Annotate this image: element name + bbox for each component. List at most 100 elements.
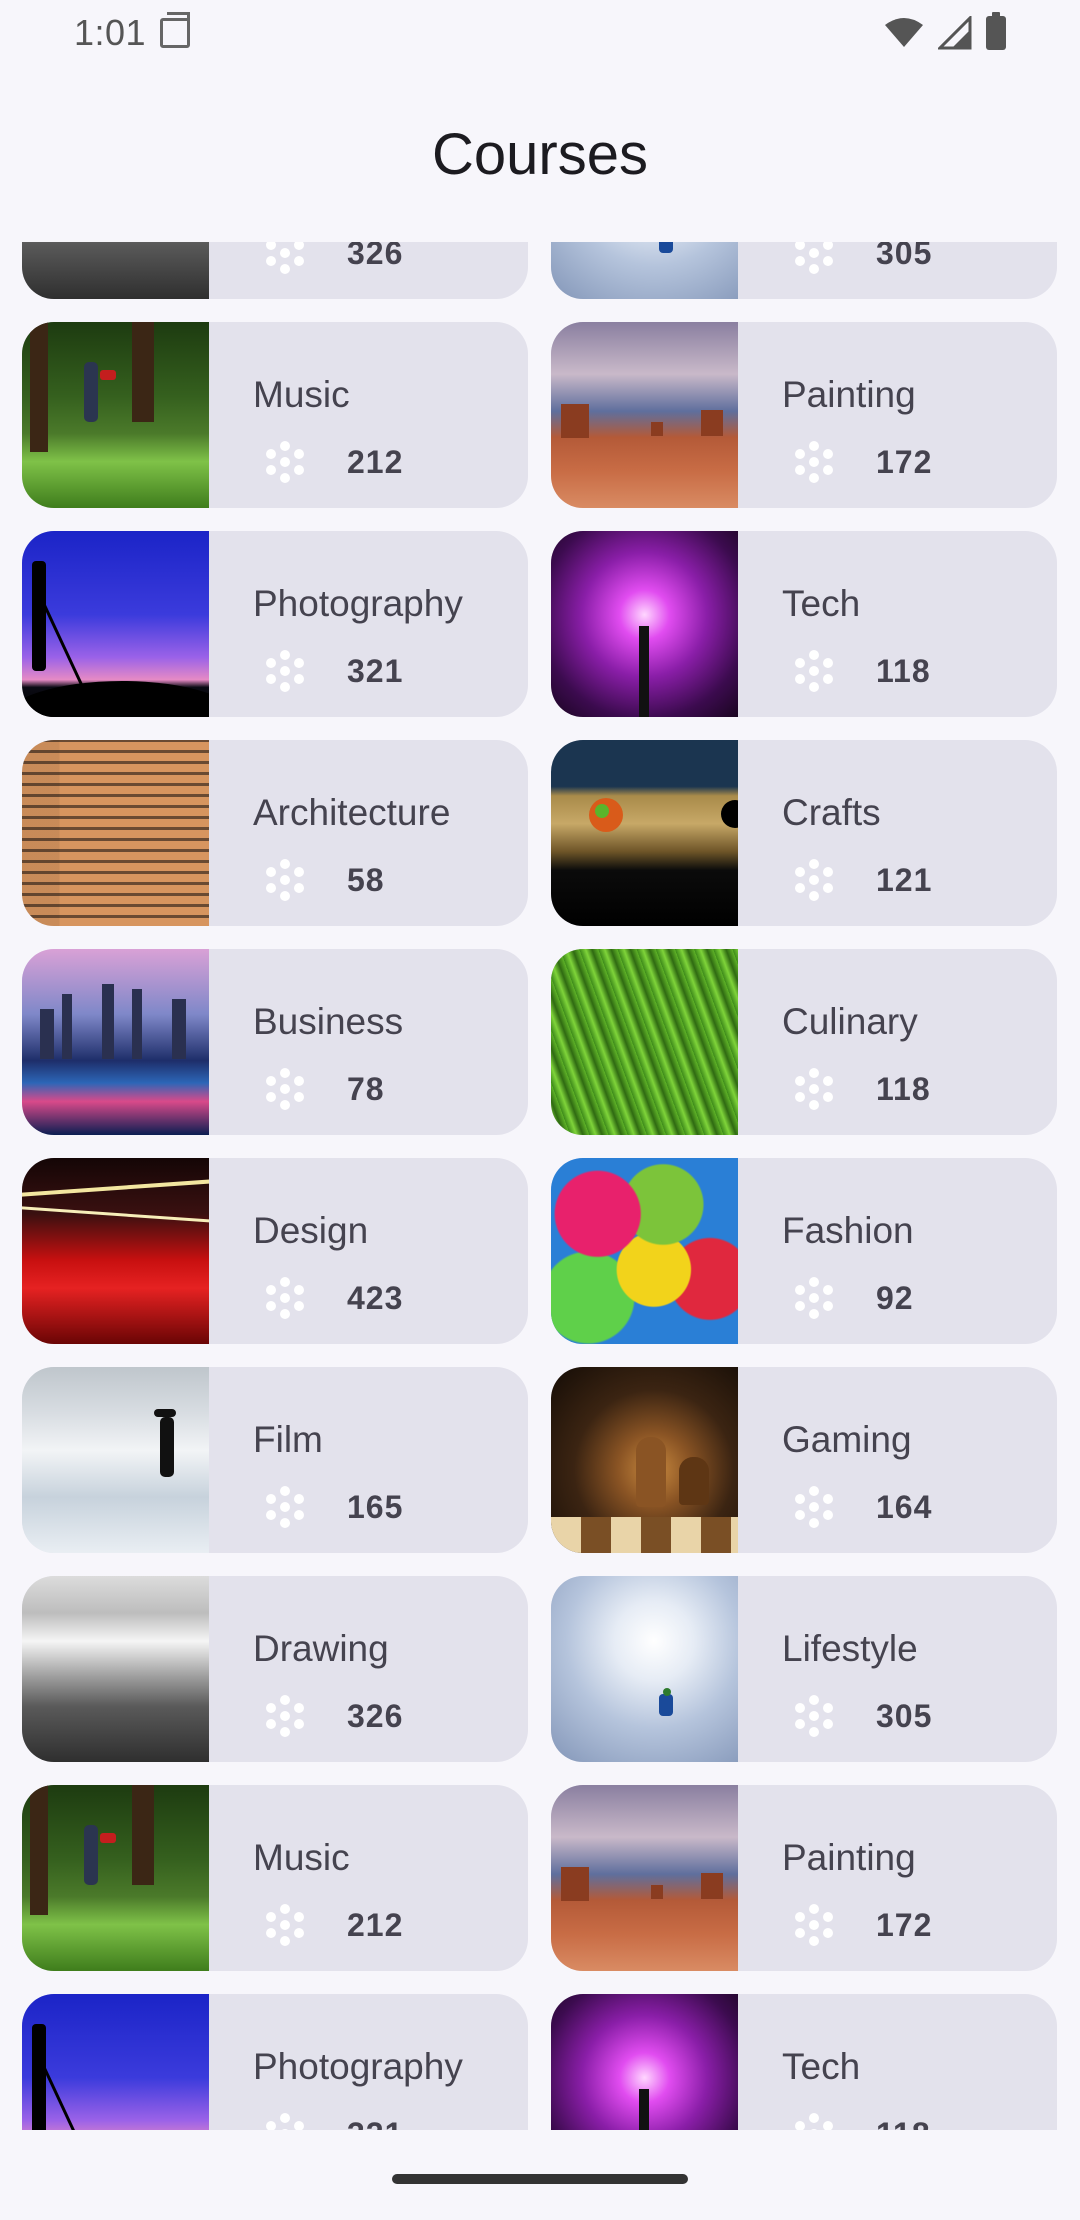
course-meta: 321 [253, 649, 528, 693]
dots-icon [266, 650, 304, 692]
course-card-tech[interactable]: Tech 118 [551, 531, 1057, 717]
course-image [22, 1158, 209, 1344]
course-name: Music [253, 1837, 350, 1878]
course-count: 118 [876, 652, 931, 689]
course-info: Business 78 [209, 949, 528, 1135]
course-meta: 58 [253, 858, 528, 902]
course-card-film[interactable]: Film 165 [22, 1367, 528, 1553]
course-info: Photography 321 [209, 1994, 528, 2130]
course-card-photography[interactable]: Photography 321 [22, 531, 528, 717]
dots-icon [266, 2113, 304, 2130]
course-count: 321 [347, 2116, 403, 2131]
course-card-tech[interactable]: Tech 118 [551, 1994, 1057, 2130]
dots-icon [266, 1068, 304, 1110]
course-count: 212 [347, 1906, 404, 1943]
dots-icon [266, 441, 304, 483]
course-meta: 305 [782, 1694, 1057, 1738]
course-image [22, 740, 209, 926]
course-image [22, 1994, 209, 2130]
course-name: Painting [782, 1837, 916, 1878]
course-count: 121 [876, 861, 933, 898]
course-name: Tech [782, 2046, 861, 2087]
status-time: 1:01 [74, 12, 147, 53]
dots-icon [795, 1486, 833, 1528]
course-card-gaming[interactable]: Gaming 164 [551, 1367, 1057, 1553]
course-card-fashion[interactable]: Fashion 92 [551, 1158, 1057, 1344]
course-info: Painting 172 [738, 1785, 1057, 1971]
course-image [22, 1576, 209, 1762]
course-info: Crafts 121 [738, 740, 1057, 926]
course-name: Photography [253, 2046, 463, 2087]
dots-icon [795, 1068, 833, 1110]
course-meta: 118 [782, 649, 1057, 693]
course-image [551, 949, 738, 1135]
course-count: 305 [876, 1697, 933, 1734]
course-meta: 172 [782, 440, 1057, 484]
course-info: Painting 172 [738, 322, 1057, 508]
course-image [22, 531, 209, 717]
course-image [22, 1367, 209, 1553]
course-card-drawing[interactable]: Drawing 326 [22, 1576, 528, 1762]
course-count: 118 [876, 1070, 931, 1107]
course-name: Film [253, 1419, 323, 1460]
course-card-drawing[interactable]: Drawing326 [22, 242, 528, 299]
gesture-handle[interactable] [392, 2174, 688, 2184]
course-card-lifestyle[interactable]: Lifestyle305 [551, 1576, 1057, 1762]
course-info: Lifestyle305 [738, 1576, 1057, 1762]
course-image [22, 322, 209, 508]
course-card-music[interactable]: Music 212 [22, 322, 528, 508]
course-card-business[interactable]: Business 78 [22, 949, 528, 1135]
course-info: Fashion 92 [738, 1158, 1057, 1344]
course-info: Tech 118 [738, 531, 1057, 717]
course-card-painting[interactable]: Painting 172 [551, 1785, 1057, 1971]
course-card-culinary[interactable]: Culinary 118 [551, 949, 1057, 1135]
course-name: Drawing [253, 1628, 389, 1669]
dots-icon [795, 242, 833, 274]
course-name: Fashion [782, 1210, 914, 1251]
dots-icon [266, 1486, 304, 1528]
course-count: 212 [347, 443, 404, 480]
course-name: Music [253, 374, 350, 415]
course-meta: 121 [782, 858, 1057, 902]
course-info: Lifestyle305 [738, 242, 1057, 299]
course-card-crafts[interactable]: Crafts 121 [551, 740, 1057, 926]
dots-icon [795, 650, 833, 692]
course-count: 164 [876, 1488, 933, 1525]
battery-icon [986, 12, 1006, 50]
dots-icon [795, 441, 833, 483]
course-image [22, 1785, 209, 1971]
dots-icon [795, 1277, 833, 1319]
course-info: Design 423 [209, 1158, 528, 1344]
course-meta: 165 [253, 1485, 528, 1529]
course-image [551, 242, 738, 299]
course-card-design[interactable]: Design 423 [22, 1158, 528, 1344]
system-navigation-bar [0, 2130, 1080, 2220]
course-card-photography[interactable]: Photography 321 [22, 1994, 528, 2130]
courses-grid[interactable]: Drawing 326 Lifestyle 305 Music 212 Painting 17… [0, 242, 1080, 2130]
course-meta: 92 [782, 1276, 1057, 1320]
course-count: 321 [347, 652, 404, 689]
course-card-architecture[interactable]: Architecture 58 [22, 740, 528, 926]
course-card-painting[interactable]: Painting 172 [551, 322, 1057, 508]
course-card-music[interactable]: Music 212 [22, 1785, 528, 1971]
course-count: 172 [876, 1906, 933, 1943]
course-name: Business [253, 1001, 404, 1042]
course-info: Photography 321 [209, 531, 528, 717]
course-meta: 118 [782, 1067, 1057, 1111]
course-count: 58 [347, 861, 385, 898]
course-count: 326 [347, 1697, 404, 1734]
dots-icon [795, 1904, 833, 1946]
course-card-lifestyle[interactable]: Lifestyle305 [551, 242, 1057, 299]
course-meta: 326 [253, 242, 528, 275]
course-meta: 212 [253, 440, 528, 484]
course-info: Music 212 [209, 322, 528, 508]
course-meta: 423 [253, 1276, 528, 1320]
course-meta: 305 [782, 242, 1057, 275]
course-meta: 172 [782, 1903, 1057, 1947]
dots-icon [266, 1277, 304, 1319]
course-image [551, 322, 738, 508]
course-count: 305 [876, 242, 933, 271]
course-name: Culinary [782, 1001, 918, 1042]
course-name: Gaming [782, 1419, 912, 1460]
course-image [551, 1994, 738, 2130]
